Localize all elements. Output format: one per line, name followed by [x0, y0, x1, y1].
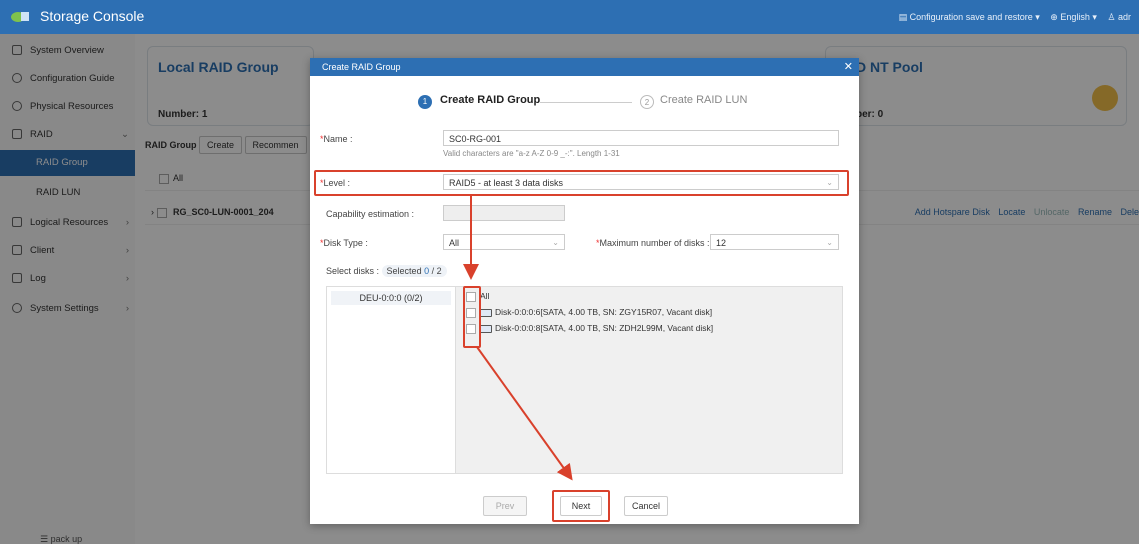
- selected-count-badge: Selected 0 / 2: [381, 265, 447, 277]
- cancel-button[interactable]: Cancel: [624, 496, 668, 516]
- annotation-highlight-checkboxes: [463, 286, 481, 348]
- chevron-down-icon: ⌄: [826, 238, 833, 247]
- name-hint: Valid characters are "a-z A-Z 0-9 _-:". …: [443, 149, 620, 158]
- name-label: *Name :: [320, 134, 353, 144]
- close-icon[interactable]: ✕: [844, 58, 853, 76]
- name-input[interactable]: SC0-RG-001: [443, 130, 839, 146]
- step-1-number: 1: [418, 95, 432, 109]
- disk-item[interactable]: Disk-0:0:0:8[SATA, 4.00 TB, SN: ZDH2L99M…: [466, 323, 713, 334]
- step-2-label: Create RAID LUN: [660, 94, 748, 106]
- chevron-down-icon: ⌄: [552, 238, 559, 247]
- dae-item[interactable]: DEU-0:0:0 (0/2): [331, 291, 451, 305]
- app-title: Storage Console: [40, 8, 145, 24]
- user-menu[interactable]: ♙ adr: [1107, 12, 1131, 22]
- cloud-logo-icon: [11, 12, 29, 22]
- annotation-highlight-next: [552, 490, 610, 522]
- max-disks-label: *Maximum number of disks :: [596, 238, 710, 248]
- header-menu: ▤ Configuration save and restore ▾ ⊕ Eng…: [891, 12, 1131, 23]
- disk-selection-panel: DEU-0:0:0 (0/2) All Disk-0:0:0:6[SATA, 4…: [326, 286, 843, 474]
- hard-drive-icon: [480, 308, 492, 317]
- annotation-highlight-level: [314, 170, 849, 196]
- disk-type-select[interactable]: All ⌄: [443, 234, 565, 250]
- disk-item[interactable]: Disk-0:0:0:6[SATA, 4.00 TB, SN: ZGY15R07…: [466, 307, 712, 318]
- create-raid-group-dialog: Create RAID Group ✕ 1 Create RAID Group …: [310, 58, 859, 524]
- disk-list: All Disk-0:0:0:6[SATA, 4.00 TB, SN: ZGY1…: [456, 287, 842, 473]
- modal-backdrop-sidebar: [0, 34, 135, 544]
- step-divider: [540, 102, 632, 103]
- language-menu[interactable]: ⊕ English ▾: [1050, 12, 1097, 22]
- hard-drive-icon: [480, 324, 492, 333]
- step-2-number: 2: [640, 95, 654, 109]
- capability-field: [443, 205, 565, 221]
- dialog-title: Create RAID Group: [322, 62, 401, 72]
- select-disks-label: Select disks : Selected 0 / 2: [326, 265, 447, 277]
- wizard-steps: 1 Create RAID Group 2 Create RAID LUN: [310, 88, 859, 114]
- disk-type-label: *Disk Type :: [320, 238, 368, 248]
- config-save-restore-menu[interactable]: ▤ Configuration save and restore ▾: [899, 12, 1040, 22]
- step-1-label: Create RAID Group: [440, 94, 541, 106]
- max-disks-select[interactable]: 12 ⌄: [710, 234, 839, 250]
- prev-button[interactable]: Prev: [483, 496, 527, 516]
- top-bar: Storage Console ▤ Configuration save and…: [0, 0, 1139, 34]
- dae-list: DEU-0:0:0 (0/2): [327, 287, 456, 473]
- dialog-header: Create RAID Group ✕: [310, 58, 859, 76]
- capability-label: Capability estimation :: [326, 209, 415, 219]
